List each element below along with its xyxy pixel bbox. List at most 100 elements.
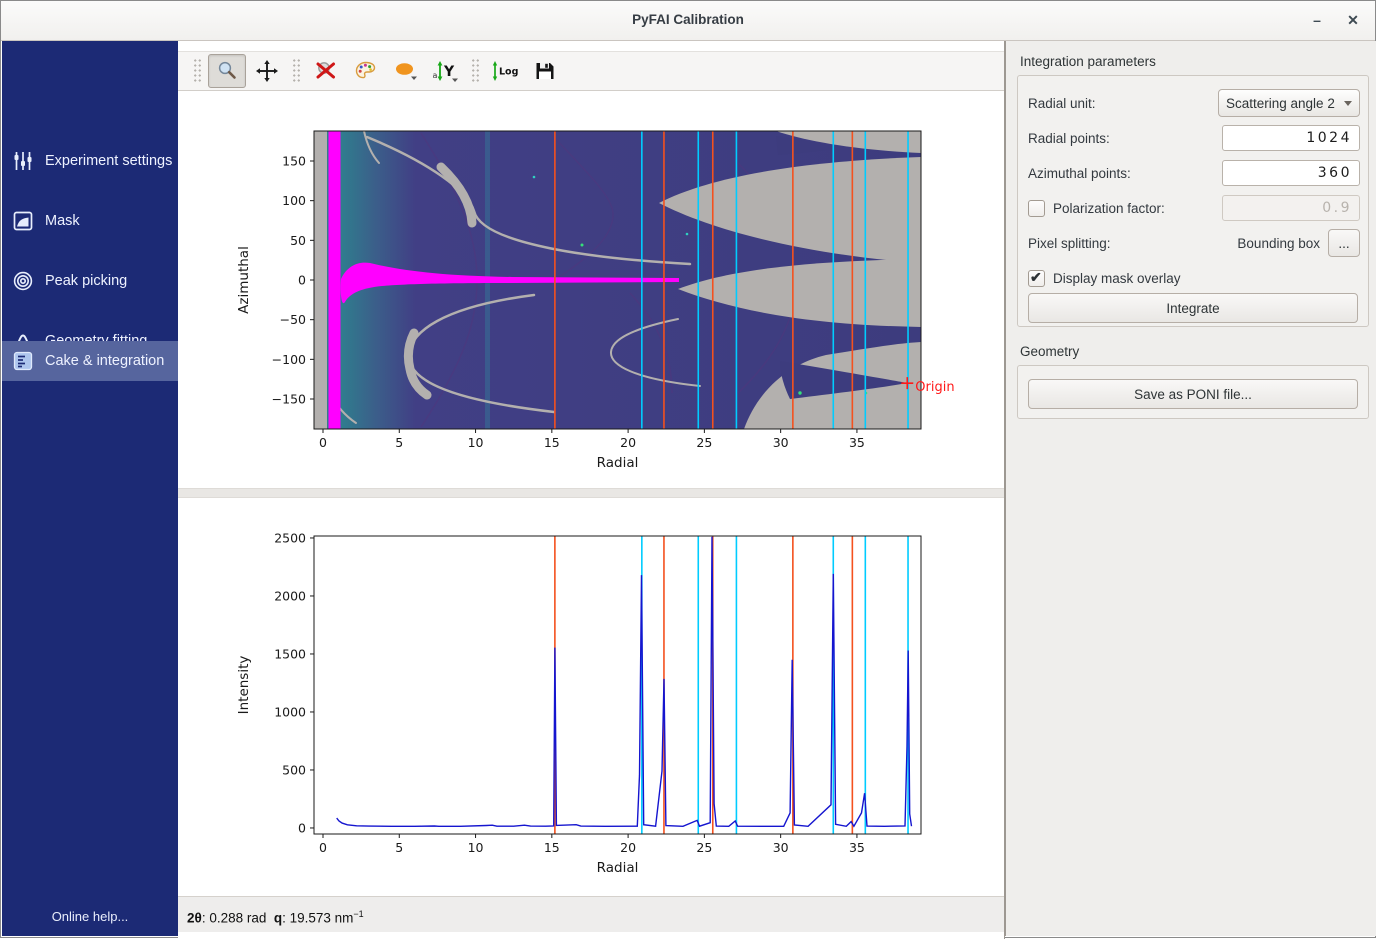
svg-text:Y: Y <box>443 64 455 80</box>
x-tick-label: 30 <box>773 435 789 450</box>
q-label: q <box>274 911 282 926</box>
x-tick-label: 15 <box>544 435 560 450</box>
x-tick-label: 20 <box>620 435 636 450</box>
x-tick-label: 25 <box>696 435 712 450</box>
azimuthal-points-label: Azimuthal points: <box>1028 166 1131 181</box>
a-y-arrow-icon: a Y <box>432 59 460 83</box>
x-tick-label: 25 <box>696 840 712 855</box>
y-tick-label: 2000 <box>274 588 306 603</box>
x-tick-label: 0 <box>319 840 327 855</box>
origin-label: Origin <box>915 380 954 395</box>
x-tick-label: 20 <box>620 840 636 855</box>
sliders-icon <box>12 150 34 172</box>
polarization-checkbox[interactable]: ✔ <box>1028 200 1045 217</box>
close-button[interactable]: ✕ <box>1339 1 1367 39</box>
x-tick-label: 10 <box>468 435 484 450</box>
x-tick-label: 15 <box>544 840 560 855</box>
integration-parameters-title: Integration parameters <box>1020 54 1156 69</box>
y-tick-label: 1000 <box>274 704 306 719</box>
pan-button[interactable] <box>248 54 286 88</box>
y-tick-label: 1500 <box>274 646 306 661</box>
radial-unit-label: Radial unit: <box>1028 96 1096 111</box>
radial-points-label: Radial points: <box>1028 131 1110 146</box>
floppy-disk-icon <box>533 59 557 83</box>
mask-image-icon <box>12 210 34 232</box>
window-title: PyFAI Calibration <box>1 1 1375 41</box>
cake-plot[interactable]: 05101520253035−150−100−50050100150Radial… <box>178 93 1004 488</box>
y-tick-label: −50 <box>280 312 306 327</box>
x-tick-label: 0 <box>319 435 327 450</box>
x-tick-label: 5 <box>395 840 403 855</box>
geometry-groupbox: Save as PONI file... <box>1017 365 1369 419</box>
radial-unit-value: Scattering angle 2 <box>1226 96 1340 111</box>
sidebar-item-experiment-settings[interactable]: Experiment settings <box>2 141 178 181</box>
sidebar-item-label: Experiment settings <box>45 153 172 169</box>
mask-overlay-checkbox[interactable]: ✔ <box>1028 270 1045 287</box>
sidebar-item-mask[interactable]: Mask <box>2 201 178 241</box>
concentric-rings-icon <box>12 270 34 292</box>
title-bar: PyFAI Calibration – ✕ <box>1 1 1375 41</box>
sidebar-item-label: Mask <box>45 213 80 229</box>
svg-text:a: a <box>433 71 438 80</box>
y-tick-label: 0 <box>298 820 306 835</box>
minimize-button[interactable]: – <box>1303 1 1331 39</box>
clear-zoom-button[interactable] <box>307 54 345 88</box>
sidebar-item-label: Cake & integration <box>45 353 164 369</box>
pixel-splitting-value: Bounding box <box>1237 236 1320 251</box>
y-tick-label: −150 <box>272 392 306 407</box>
zoom-button[interactable] <box>208 54 246 88</box>
y-tick-label: 500 <box>282 762 306 777</box>
y-autoscale-button[interactable]: a Y <box>427 54 465 88</box>
main-plot-panel: a Y Log <box>178 41 1005 939</box>
radial-unit-dropdown[interactable]: Scattering angle 2 <box>1218 89 1360 117</box>
pyfai-window: PyFAI Calibration – ✕ Experiment setting… <box>0 0 1376 938</box>
x-tick-label: 30 <box>773 840 789 855</box>
pixel-splitting-more-button[interactable]: ... <box>1328 229 1360 257</box>
sidebar-item-label: Peak picking <box>45 273 127 289</box>
log-scale-button[interactable]: Log <box>486 54 524 88</box>
toolbar-grip <box>193 58 202 84</box>
y-tick-label: 2500 <box>274 530 306 545</box>
polarization-input[interactable] <box>1222 195 1360 221</box>
palette-icon <box>354 59 378 83</box>
axes-frame <box>314 536 921 834</box>
magnifier-icon <box>215 59 239 83</box>
y-tick-label: 100 <box>282 193 306 208</box>
move-arrows-icon <box>255 59 279 83</box>
plot-toolbar: a Y Log <box>178 51 1004 91</box>
mask-display-button[interactable] <box>387 54 425 88</box>
log-arrow-icon: Log <box>490 59 520 83</box>
integration-plot[interactable]: 0510152025303505001000150020002500Radial… <box>178 498 1004 896</box>
y-axis-label: Azimuthal <box>236 246 252 314</box>
y-tick-label: 50 <box>290 233 306 248</box>
x-tick-label: 35 <box>849 840 865 855</box>
status-bar: 2θ: 0.288 rad q: 19.573 nm−1 <box>178 896 1004 932</box>
mask-overlay-label: Display mask overlay <box>1053 271 1181 286</box>
sidebar: Experiment settings Mask Peak picking <box>2 41 178 936</box>
y-tick-label: 150 <box>282 153 306 168</box>
save-poni-button[interactable]: Save as PONI file... <box>1028 379 1358 409</box>
q-exponent: −1 <box>353 909 363 919</box>
intensity-curve <box>337 537 912 827</box>
integrate-button[interactable]: Integrate <box>1028 293 1358 323</box>
y-tick-label: 0 <box>298 273 306 288</box>
x-tick-label: 35 <box>849 435 865 450</box>
sidebar-item-peak-picking[interactable]: Peak picking <box>2 261 178 301</box>
x-tick-label: 5 <box>395 435 403 450</box>
cake-list-icon <box>12 350 34 372</box>
colormap-button[interactable] <box>347 54 385 88</box>
radial-points-input[interactable] <box>1222 125 1360 151</box>
y-axis-label: Intensity <box>236 656 252 715</box>
integration-groupbox: Radial unit: Scattering angle 2 Radial p… <box>1017 75 1369 327</box>
online-help-link[interactable]: Online help... <box>2 904 178 930</box>
magnifier-red-x-icon <box>314 59 338 83</box>
azimuthal-points-input[interactable] <box>1222 160 1360 186</box>
toolbar-grip <box>471 58 480 84</box>
plot-splitter[interactable] <box>178 488 1004 498</box>
save-button[interactable] <box>526 54 564 88</box>
x-axis-label: Radial <box>597 860 639 876</box>
toolbar-grip <box>292 58 301 84</box>
geometry-title: Geometry <box>1020 344 1079 359</box>
sidebar-item-cake-integration[interactable]: Cake & integration <box>2 341 178 381</box>
x-axis-label: Radial <box>597 455 639 471</box>
